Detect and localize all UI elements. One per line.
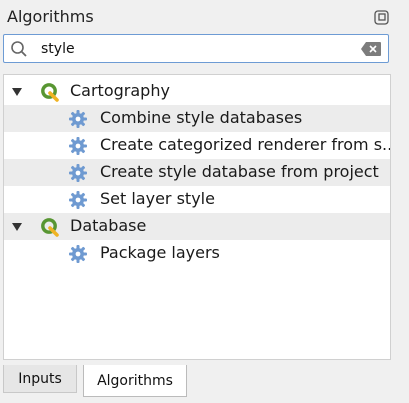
qgis-icon	[41, 218, 59, 237]
tree-item-combine-style-databases[interactable]: Combine style databases	[4, 105, 390, 132]
search-icon	[11, 41, 27, 57]
tree-group-label: Database	[70, 216, 147, 235]
gear-icon	[69, 137, 87, 155]
panel-edge	[396, 0, 409, 403]
tree-item-create-categorized-renderer[interactable]: Create categorized renderer from s...	[4, 132, 390, 159]
dock-tabs: Inputs Algorithms	[0, 363, 409, 403]
tree-group-cartography[interactable]: Cartography	[4, 78, 390, 105]
tab-algorithms[interactable]: Algorithms	[83, 365, 187, 397]
tree-item-label: Set layer style	[100, 189, 215, 208]
algorithm-tree[interactable]: Cartography Combine style databases Crea…	[3, 74, 391, 360]
tree-item-label: Create style database from project	[100, 162, 379, 181]
gear-icon	[69, 245, 87, 263]
tab-label: Inputs	[18, 370, 62, 387]
tree-item-label: Create categorized renderer from s...	[100, 135, 390, 154]
panel-title: Algorithms	[7, 7, 94, 26]
gear-icon	[69, 110, 87, 128]
expand-arrow-icon[interactable]	[12, 223, 22, 231]
gear-icon	[69, 191, 87, 209]
tree-group-label: Cartography	[70, 81, 170, 100]
tree-item-package-layers[interactable]: Package layers	[4, 240, 390, 267]
gear-icon	[69, 164, 87, 182]
float-icon[interactable]	[374, 10, 389, 25]
expand-arrow-icon[interactable]	[12, 88, 22, 96]
tree-group-database[interactable]: Database	[4, 213, 390, 240]
qgis-icon	[41, 83, 59, 102]
tree-item-label: Package layers	[100, 243, 220, 262]
tab-inputs[interactable]: Inputs	[3, 365, 77, 393]
tree-item-create-style-database[interactable]: Create style database from project	[4, 159, 390, 186]
clear-icon[interactable]	[361, 42, 381, 56]
tree-item-set-layer-style[interactable]: Set layer style	[4, 186, 390, 213]
search-input[interactable]	[41, 39, 341, 59]
tree-item-label: Combine style databases	[100, 108, 303, 127]
search-box[interactable]	[3, 34, 389, 63]
tab-label: Algorithms	[97, 372, 173, 389]
